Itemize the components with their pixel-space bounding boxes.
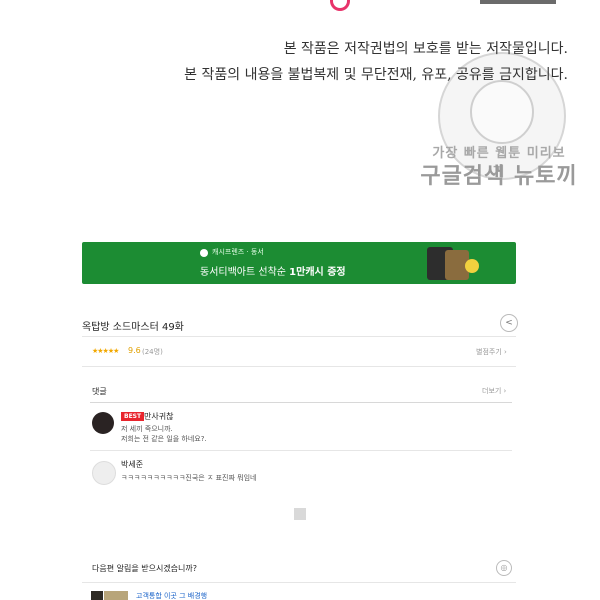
- divider: [82, 366, 516, 367]
- episode-title: 옥탑방 소드마스터 49화: [82, 322, 184, 333]
- banner-title: 동서티백아트 선착순 1만캐시 증정: [200, 263, 346, 278]
- rate-button[interactable]: 별점주기 ›: [476, 347, 507, 357]
- comment-nickname[interactable]: 박세준: [121, 459, 143, 470]
- thumbnail-image: [91, 591, 103, 600]
- gray-bar-fragment: [480, 0, 556, 4]
- comment-nickname[interactable]: 만사귀찮: [144, 411, 173, 422]
- divider: [82, 336, 516, 337]
- notice-line-1: 본 작품은 저작권법의 보호를 받는 저작물입니다.: [283, 41, 568, 57]
- star-rating-icon: ★★★★★: [92, 347, 119, 355]
- watermark-text-2: 구글검색 뉴토끼: [420, 164, 578, 189]
- notice-line-2: 본 작품의 내용을 불법복제 및 무단전재, 유포, 공유를 금지합니다.: [184, 67, 568, 83]
- bell-icon[interactable]: ◎: [496, 560, 512, 576]
- banner-title-bold: 1만캐시 증정: [289, 267, 346, 278]
- avatar[interactable]: [92, 461, 116, 485]
- comment-text: 저희는 전 같은 일을 하네요?.: [121, 435, 207, 443]
- thumbnail-image: [104, 591, 128, 600]
- avatar[interactable]: [92, 412, 114, 434]
- best-badge: BEST: [121, 412, 145, 421]
- next-episode-question: 다음편 알림을 받으시겠습니까?: [92, 564, 198, 573]
- next-episode-link[interactable]: 고객통합 이곳 그 배경행: [136, 591, 207, 600]
- brand-logo-icon: [200, 249, 208, 257]
- comments-more-link[interactable]: 더보기 ›: [482, 386, 506, 396]
- banner-title-prefix: 동서티백아트 선착순: [200, 267, 290, 278]
- comments-header: 댓글: [92, 387, 107, 396]
- banner-product-image: [427, 247, 479, 280]
- ad-banner[interactable]: 캐시프렌즈 · 동서 동서티백아트 선착순 1만캐시 증정: [82, 242, 516, 284]
- comment-text: ㅋㅋㅋㅋㅋㅋㅋㅋㅋㅋ진국은 ㅈ 표진짜 뭐임네: [121, 474, 257, 482]
- rating-value: 9.6: [128, 346, 141, 355]
- banner-brand: 캐시프렌즈 · 동서: [212, 248, 264, 256]
- copyright-notice: 본 작품은 저작권법의 보호를 받는 저작물입니다. 본 작품의 내용을 불법복…: [184, 36, 568, 88]
- viewer-page: 가장 빠른 웹툰 미리보기 구글검색 뉴토끼 본 작품은 저작권법의 보호를 받…: [0, 0, 600, 600]
- loading-icon: [294, 508, 306, 520]
- divider: [82, 582, 516, 583]
- watermark-character: [470, 80, 534, 144]
- divider: [90, 402, 512, 403]
- share-icon[interactable]: <: [500, 314, 518, 332]
- rating-count: (24명): [142, 348, 163, 356]
- divider: [90, 450, 512, 451]
- pink-fragment: [330, 0, 350, 11]
- comment-text: 저 세끼 죽으니까.: [121, 425, 173, 433]
- coin-icon: [465, 259, 479, 273]
